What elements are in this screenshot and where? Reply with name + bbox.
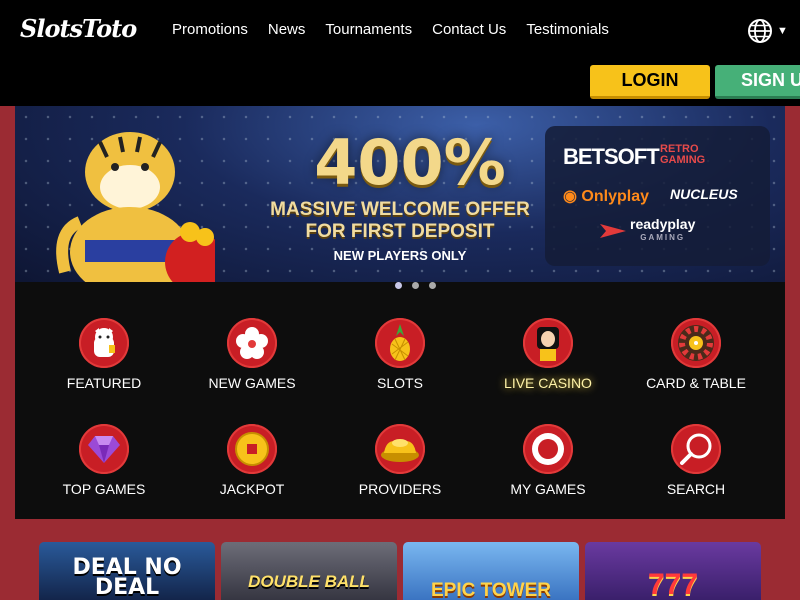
category-search[interactable]: SEARCH [622, 424, 770, 497]
category-label: SEARCH [666, 481, 726, 497]
diamond-icon [79, 424, 129, 474]
category-new-games[interactable]: NEW GAMES [178, 318, 326, 391]
category-label: TOP GAMES [62, 481, 146, 497]
category-card-table[interactable]: CARD & TABLE [622, 318, 770, 391]
game-tile-epic-tower[interactable]: EPIC TOWER [403, 542, 579, 600]
provider-logos: BETSOFT RETRO GAMING ◉ Onlyplay NUCLEUS … [545, 126, 770, 266]
category-featured[interactable]: FEATURED [30, 318, 178, 391]
category-top-games[interactable]: TOP GAMES [30, 424, 178, 497]
site-header: SlotsToto Promotions News Tournaments Co… [0, 0, 800, 106]
category-my-games[interactable]: MY GAMES [474, 424, 622, 497]
offer-headline: 400% [314, 126, 506, 199]
retro-gaming-logo-line-2: GAMING [660, 154, 706, 166]
category-label: SLOTS [377, 375, 423, 391]
category-label: LIVE CASINO [504, 375, 592, 391]
game-title: EPIC TOWER [431, 580, 551, 600]
nav-promotions[interactable]: Promotions [172, 21, 248, 38]
game-title: 777 [647, 568, 699, 600]
carousel-dots [15, 282, 785, 296]
category-slots[interactable]: SLOTS [326, 318, 474, 391]
language-selector[interactable]: ▼ [747, 18, 788, 44]
category-label: FEATURED [66, 375, 142, 391]
dealer-icon [523, 318, 573, 368]
readyplay-logo-line-1: readyplay [630, 216, 696, 232]
category-grid: FEATURED NEW GAMES SLOTS LIVE CASINO CAR… [15, 296, 785, 519]
game-tile-deal-or-no-deal[interactable]: DEAL NO DEAL [39, 542, 215, 600]
gold-ingot-icon [375, 424, 425, 474]
coin-icon [227, 424, 277, 474]
category-label: MY GAMES [510, 481, 586, 497]
login-button[interactable]: LOGIN [590, 65, 710, 99]
carousel-dot-2[interactable] [411, 282, 419, 289]
nucleus-logo: NUCLEUS [670, 186, 738, 202]
site-logo[interactable]: SlotsToto [20, 14, 137, 43]
pineapple-icon [375, 318, 425, 368]
offer-line-1: MASSIVE WELCOME OFFER [270, 199, 530, 220]
chevron-down-icon: ▼ [777, 25, 788, 37]
onlyplay-logo: ◉ Onlyplay [563, 188, 649, 205]
category-live-casino[interactable]: LIVE CASINO [474, 318, 622, 391]
offer-line-3: NEW PLAYERS ONLY [333, 248, 467, 263]
betsoft-logo: BETSOFT [563, 144, 660, 169]
carousel-dot-1[interactable] [394, 282, 402, 289]
main-nav: Promotions News Tournaments Contact Us T… [172, 21, 609, 38]
category-jackpot[interactable]: JACKPOT [178, 424, 326, 497]
onlyplay-logo-text: Onlyplay [581, 188, 649, 205]
game-title: DEAL NO DEAL [72, 555, 182, 600]
readyplay-arrow-icon [600, 224, 626, 238]
tiger-mascot-image [56, 132, 215, 296]
game-tile-double-ball[interactable]: DOUBLE BALL [221, 542, 397, 600]
target-icon [523, 424, 573, 474]
category-label: NEW GAMES [208, 375, 296, 391]
category-label: JACKPOT [219, 481, 285, 497]
readyplay-logo-line-2: GAMING [640, 233, 686, 242]
category-providers[interactable]: PROVIDERS [326, 424, 474, 497]
nav-tournaments[interactable]: Tournaments [325, 21, 412, 38]
search-icon [671, 424, 721, 474]
roulette-icon [671, 318, 721, 368]
game-title: DOUBLE BALL [248, 572, 370, 591]
flower-icon [227, 318, 277, 368]
nav-news[interactable]: News [268, 21, 306, 38]
offer-line-2: FOR FIRST DEPOSIT [305, 221, 495, 242]
retro-gaming-logo: RETRO GAMING [660, 144, 705, 166]
globe-icon [748, 19, 772, 43]
readyplay-logo: readyplay GAMING [630, 216, 696, 244]
carousel-dot-3[interactable] [428, 282, 436, 289]
promo-banner[interactable]: 400% MASSIVE WELCOME OFFER FOR FIRST DEP… [15, 106, 785, 296]
category-label: PROVIDERS [358, 481, 442, 497]
lucky-cat-icon [79, 318, 129, 368]
nav-testimonials[interactable]: Testimonials [526, 21, 609, 38]
nav-contact-us[interactable]: Contact Us [432, 21, 506, 38]
signup-button[interactable]: SIGN U [715, 65, 800, 99]
category-label: CARD & TABLE [646, 375, 746, 391]
game-tile-777[interactable]: 777 [585, 542, 761, 600]
